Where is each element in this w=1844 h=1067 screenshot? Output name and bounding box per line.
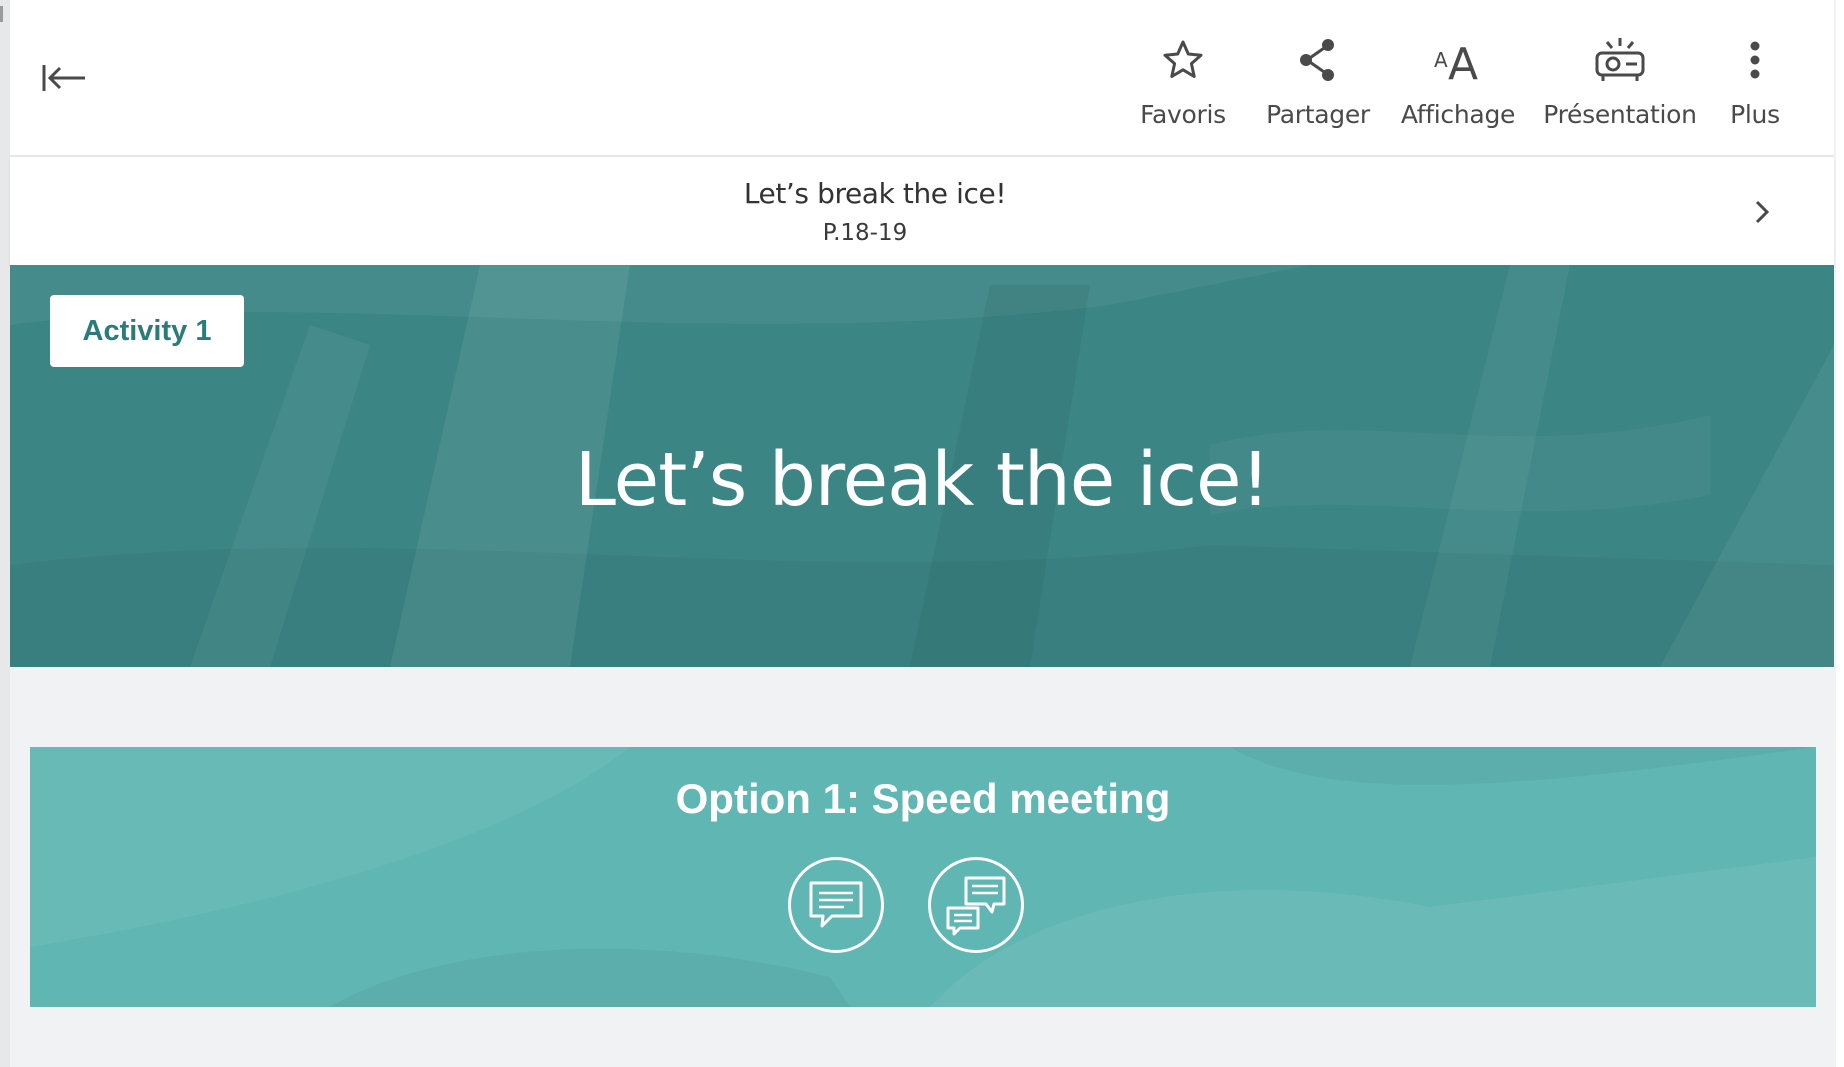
favorites-label: Favoris	[1140, 100, 1226, 129]
activity-hero-banner: Activity 1 Let’s break the ice!	[10, 265, 1834, 667]
star-icon	[1163, 40, 1203, 78]
display-button[interactable]: A A Affichage	[1385, 30, 1531, 150]
more-button[interactable]: Plus	[1710, 30, 1800, 150]
font-size-icon: A A	[1434, 39, 1478, 83]
individual-speaking-button[interactable]	[788, 857, 884, 953]
top-toolbar: Favoris Partager A A Affichage Présentat…	[10, 0, 1834, 157]
more-vertical-icon	[1750, 41, 1760, 79]
share-icon	[1300, 39, 1334, 81]
window-edge-marker	[0, 6, 3, 22]
window-left-edge	[0, 0, 10, 1067]
projector-icon	[1595, 38, 1645, 81]
presentation-button[interactable]: Présentation	[1525, 30, 1715, 150]
chapter-title: Let’s break the ice!	[743, 177, 1007, 210]
arrow-to-left-icon	[42, 65, 85, 91]
page-navigation-header: Let’s break the ice! P.18-19	[10, 157, 1834, 265]
single-speech-bubble-icon	[809, 881, 863, 928]
option-title: Option 1: Speed meeting	[675, 775, 1171, 822]
pair-conversation-button[interactable]	[928, 857, 1024, 953]
display-label: Affichage	[1400, 100, 1516, 129]
next-page-button[interactable]	[1740, 187, 1784, 237]
chevron-right-icon	[1755, 200, 1770, 224]
conversation-bubbles-icon	[946, 876, 1006, 936]
window-right-edge	[1836, 0, 1844, 1067]
page-range: P.18-19	[822, 220, 908, 246]
more-label: Plus	[1730, 100, 1780, 129]
svg-text:A: A	[1448, 39, 1478, 83]
option-card[interactable]: Option 1: Speed meeting	[30, 747, 1816, 1007]
favorites-button[interactable]: Favoris	[1128, 30, 1238, 150]
collapse-back-button[interactable]	[34, 56, 94, 100]
activity-badge: Activity 1	[50, 295, 244, 367]
hero-title: Let’s break the ice!	[574, 437, 1271, 523]
share-button[interactable]: Partager	[1253, 30, 1383, 150]
share-label: Partager	[1266, 100, 1370, 129]
svg-text:A: A	[1434, 48, 1448, 72]
presentation-label: Présentation	[1543, 100, 1697, 129]
